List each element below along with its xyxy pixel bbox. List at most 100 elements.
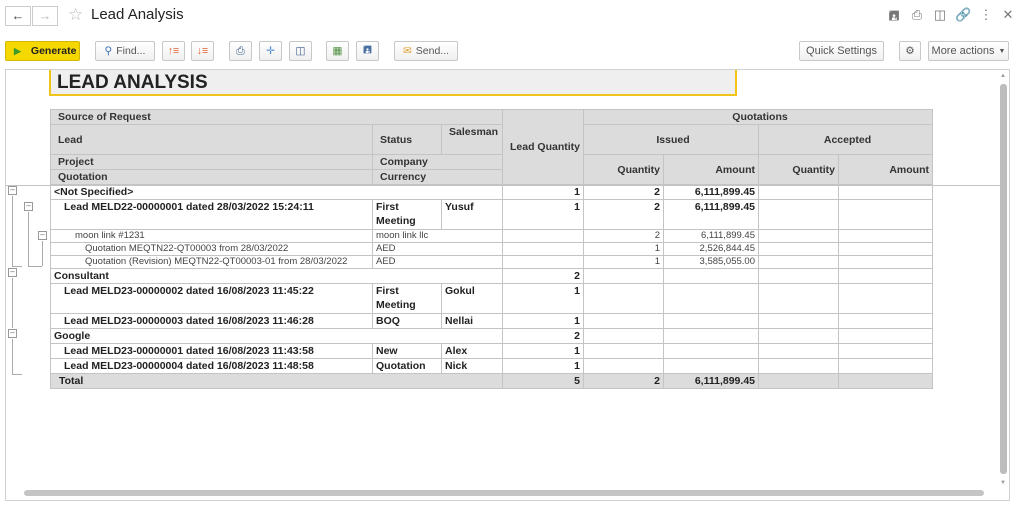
accepted-quantity-cell [758, 229, 839, 243]
issued-quantity-cell [583, 343, 664, 359]
table-row: Lead MELD23-00000004 dated 16/08/2023 11… [50, 358, 933, 374]
settings-button[interactable]: ⚙ [899, 41, 921, 61]
accepted-amount-cell [838, 373, 933, 389]
generate-button[interactable]: ▶ Generate [5, 41, 80, 61]
issued-quantity-cell: 1 [583, 242, 664, 256]
header-accepted: Accepted [758, 124, 933, 155]
header-company: Company [372, 154, 503, 170]
chevron-down-icon: ▼ [998, 47, 1006, 55]
quote-label[interactable]: Quotation MEQTN22-QT00003 from 28/03/202… [50, 242, 373, 256]
accepted-amount-cell [838, 229, 933, 243]
save-icon[interactable]: 🖪 [886, 7, 902, 29]
collapse-toggle-icon[interactable]: – [38, 231, 47, 240]
kebab-icon[interactable]: ⋮ [978, 7, 994, 23]
forward-button[interactable]: → [32, 6, 58, 26]
collapse-toggle-icon[interactable]: – [24, 202, 33, 211]
header-issued-amount: Amount [663, 154, 759, 185]
link-icon[interactable]: 🔗 [955, 7, 971, 23]
scroll-up-arrow[interactable]: ▲ [1000, 73, 1006, 79]
issued-amount-cell [663, 283, 759, 314]
header-source: Source of Request [50, 109, 503, 125]
issued-quantity-cell: 1 [583, 255, 664, 269]
header-project: Project [50, 154, 373, 170]
accepted-quantity-cell [758, 268, 839, 284]
edit-table-button[interactable]: ▦ [326, 41, 349, 61]
back-button[interactable]: ← [5, 6, 31, 26]
accepted-quantity-cell [758, 199, 839, 230]
issued-quantity-cell: 2 [583, 199, 664, 230]
find-button[interactable]: ⚲ Find... [95, 41, 155, 61]
horizontal-scrollbar[interactable] [24, 490, 984, 496]
accepted-amount-cell [838, 199, 933, 230]
accepted-amount-cell [838, 328, 933, 344]
table-row: <Not Specified> 1 2 6,111,899.45 [50, 184, 933, 200]
print-icon[interactable]: ⎙ [909, 7, 925, 23]
accepted-amount-cell [838, 343, 933, 359]
lead-quantity-cell: 2 [502, 328, 584, 344]
preview-icon[interactable]: ◫ [932, 7, 948, 23]
issued-amount-cell [663, 328, 759, 344]
envelope-icon: ✉ [402, 45, 412, 57]
total-label: Total [50, 373, 503, 389]
issued-amount-cell [663, 313, 759, 329]
header-quotations: Quotations [583, 109, 933, 125]
issued-amount-cell [663, 268, 759, 284]
accepted-quantity-cell [758, 255, 839, 269]
lead-label[interactable]: Lead MELD23-00000004 dated 16/08/2023 11… [50, 358, 373, 374]
print-button[interactable]: ⎙ [229, 41, 252, 61]
save-button[interactable]: 🖪 [356, 41, 379, 61]
table-row: Total 5 2 6,111,899.45 [50, 373, 933, 389]
company-cell: moon link llc [372, 229, 503, 243]
lead-quantity-cell: 1 [502, 343, 584, 359]
find-label: Find... [116, 45, 146, 57]
favorite-star-icon[interactable]: ☆ [68, 5, 83, 25]
issued-quantity-cell [583, 328, 664, 344]
more-actions-button[interactable]: More actions ▼ [928, 41, 1009, 61]
issued-quantity-cell [583, 313, 664, 329]
lead-label[interactable]: Lead MELD23-00000002 dated 16/08/2023 11… [50, 283, 373, 314]
table-row: Lead MELD22-00000001 dated 28/03/2022 15… [50, 199, 933, 230]
sort-descending-button[interactable]: ↓≡ [191, 41, 214, 61]
accepted-amount-cell [838, 358, 933, 374]
close-icon[interactable]: ✕ [1000, 7, 1016, 23]
move-icon-button[interactable]: ✛ [259, 41, 282, 61]
vertical-scrollbar[interactable] [1000, 84, 1007, 474]
sort-ascending-button[interactable]: ↑≡ [162, 41, 185, 61]
header-quotation: Quotation [50, 169, 373, 185]
lead-quantity-cell: 1 [502, 199, 584, 230]
accepted-quantity-cell [758, 358, 839, 374]
quote-label[interactable]: Quotation (Revision) MEQTN22-QT00003-01 … [50, 255, 373, 269]
header-status: Status [372, 124, 442, 155]
scroll-down-arrow[interactable]: ▼ [1000, 480, 1006, 486]
lead-label[interactable]: Lead MELD23-00000003 dated 16/08/2023 11… [50, 313, 373, 329]
accepted-quantity-cell [758, 283, 839, 314]
issued-amount-cell: 6,111,899.45 [663, 184, 759, 200]
status-cell: First Meeting [372, 283, 442, 314]
table-row: Google 2 [50, 328, 933, 344]
send-button[interactable]: ✉ Send... [394, 41, 458, 61]
collapse-toggle-icon[interactable]: – [8, 268, 17, 277]
lead-quantity-cell: 2 [502, 268, 584, 284]
table-row: Quotation MEQTN22-QT00003 from 28/03/202… [50, 242, 933, 256]
collapse-toggle-icon[interactable]: – [8, 329, 17, 338]
group-label: Google [50, 328, 503, 344]
lead-label[interactable]: Lead MELD22-00000001 dated 28/03/2022 15… [50, 199, 373, 230]
quick-settings-button[interactable]: Quick Settings [799, 41, 884, 61]
issued-quantity-cell: 2 [583, 184, 664, 200]
lead-quantity-cell [502, 255, 584, 269]
group-label: Consultant [50, 268, 503, 284]
issued-quantity-cell: 2 [583, 373, 664, 389]
salesman-cell: Nellai [441, 313, 503, 329]
currency-cell: AED [372, 242, 503, 256]
collapse-toggle-icon[interactable]: – [8, 186, 17, 195]
header-accepted-amount: Amount [838, 154, 933, 185]
accepted-amount-cell [838, 313, 933, 329]
table-row: Consultant 2 [50, 268, 933, 284]
lead-label[interactable]: Lead MELD23-00000001 dated 16/08/2023 11… [50, 343, 373, 359]
issued-amount-cell: 6,111,899.45 [663, 199, 759, 230]
accepted-amount-cell [838, 268, 933, 284]
header-accepted-quantity: Quantity [758, 154, 839, 185]
preview-button[interactable]: ◫ [289, 41, 312, 61]
accepted-quantity-cell [758, 242, 839, 256]
issued-amount-cell: 2,526,844.45 [663, 242, 759, 256]
